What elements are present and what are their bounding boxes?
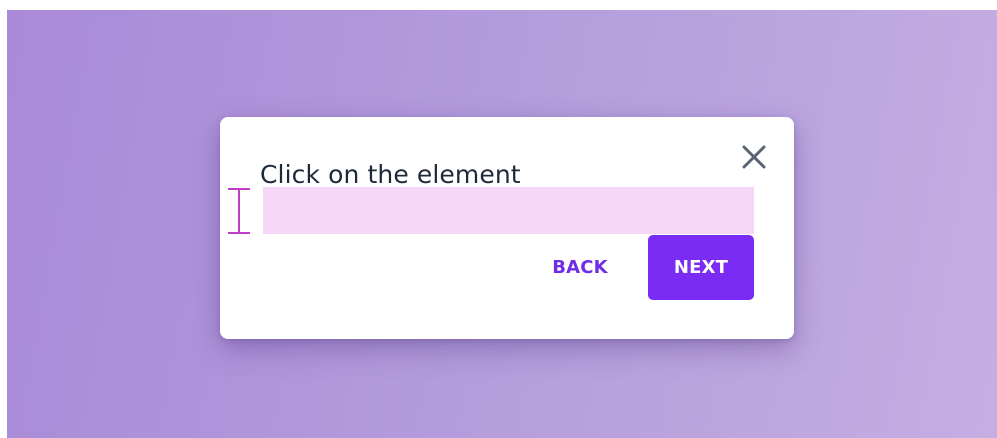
close-icon [742,145,766,169]
next-button[interactable]: NEXT [648,235,754,300]
text-cursor-icon [228,188,250,234]
dialog-prompt: Click on the element [260,160,521,189]
tutorial-dialog: Click on the element BACK NEXT [220,117,794,339]
close-button[interactable] [740,143,768,171]
back-button[interactable]: BACK [536,235,624,300]
target-element-highlight[interactable] [263,187,754,234]
